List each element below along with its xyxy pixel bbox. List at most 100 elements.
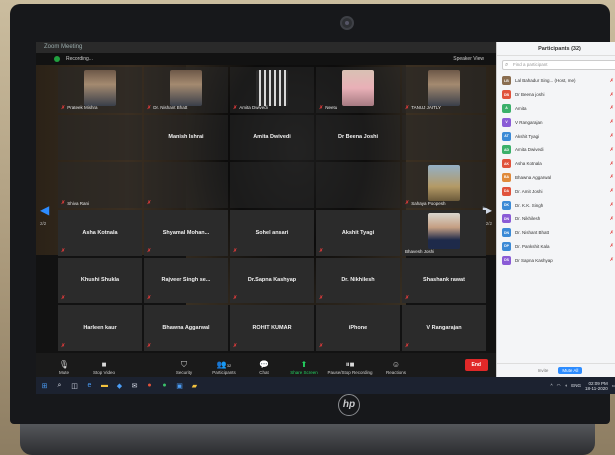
- participant-tile[interactable]: ✗ Prateek Mishra: [58, 67, 142, 113]
- avatar: DN: [502, 228, 511, 238]
- tray-arrow-icon[interactable]: ^: [551, 383, 553, 388]
- participant-search-input[interactable]: ⌕ Find a participant: [502, 60, 615, 70]
- mic-muted-icon: ✗: [61, 200, 66, 206]
- zoom-app-icon[interactable]: ▣: [175, 382, 184, 390]
- store-icon[interactable]: ◆: [115, 382, 124, 390]
- app-icon[interactable]: ●: [160, 382, 169, 389]
- participant-tile[interactable]: Dr.Sapna Kashyap ✗: [230, 257, 314, 304]
- wifi-icon[interactable]: ◠: [557, 383, 561, 389]
- share-screen-button[interactable]: ⬆ Share Screen: [284, 359, 324, 375]
- avatar: AD: [502, 145, 511, 155]
- participant-tile[interactable]: ✗ TANUJ JAITLY: [402, 67, 486, 113]
- participant-label: ✗: [233, 343, 237, 349]
- mic-muted-icon: ✗: [319, 295, 324, 302]
- volume-icon[interactable]: ◖: [565, 383, 568, 388]
- participant-tile[interactable]: Sohel ansari ✗: [230, 210, 314, 256]
- participant-tile[interactable]: Shashank rawat ✗: [402, 257, 486, 304]
- folder-icon[interactable]: ▰: [190, 382, 199, 390]
- participant-tile[interactable]: ✗: [144, 162, 228, 208]
- avatar: AK: [502, 159, 511, 169]
- mic-muted-icon: ✗: [405, 104, 410, 111]
- participant-list-item[interactable]: DN Dr. Nishant Bhatt ✗ ▫: [497, 226, 615, 240]
- clock-date: 18-11-2020: [585, 385, 608, 391]
- task-view-icon[interactable]: ◫: [70, 382, 79, 390]
- participant-tile[interactable]: Akshit Tyagi ✗: [316, 210, 400, 256]
- prev-page-arrow-icon[interactable]: ◀: [40, 203, 49, 217]
- participant-tile[interactable]: V Rangarajan ✗: [402, 305, 486, 351]
- participant-label-text: Sahaya Poopesh: [411, 200, 446, 206]
- participant-tile[interactable]: ROHIT KUMAR ✗: [230, 305, 314, 351]
- participant-tile[interactable]: Bhawna Aggarwal ✗: [144, 305, 228, 351]
- participant-list-item[interactable]: AD Amita Dwivedi ✗ ▫: [497, 143, 615, 157]
- participant-list-item[interactable]: AK Asha Kotnala ✗ ▫: [497, 157, 615, 171]
- chat-button[interactable]: 💬 Chat: [244, 359, 284, 375]
- participant-tile[interactable]: Harleen kaur ✗: [58, 305, 142, 351]
- participant-tile[interactable]: [58, 114, 142, 161]
- participant-name: Khushi Shukla: [80, 277, 120, 284]
- reactions-button[interactable]: ☺ Reactions: [376, 359, 416, 375]
- avatar: DK: [502, 200, 511, 210]
- participant-tile[interactable]: [402, 114, 486, 161]
- chat-icon: 💬: [259, 360, 269, 369]
- participant-tile[interactable]: ✗ Neetu: [316, 67, 400, 113]
- mic-muted-icon: ✗: [61, 343, 66, 349]
- participant-tile[interactable]: ✗ Dr. Nishant Bhatt: [144, 67, 228, 113]
- mic-muted-icon: ✗: [405, 200, 410, 206]
- participant-name: Dr.Sapna Kashyap: [247, 277, 297, 284]
- participant-tile[interactable]: iPhone ✗: [316, 305, 400, 351]
- participant-list-item[interactable]: DA Dr. Amit Joshi ✗ ▫: [497, 184, 615, 198]
- mic-muted-icon: ✗: [147, 343, 152, 349]
- mic-muted-icon: ✗: [61, 295, 66, 302]
- participant-tile[interactable]: Bhavesh Joshi: [402, 210, 486, 256]
- participant-tile[interactable]: [230, 162, 314, 208]
- participant-list-item[interactable]: DB Dr Beena joshi ✗ ▫: [497, 88, 615, 102]
- file-explorer-icon[interactable]: ▬: [100, 382, 109, 389]
- participant-list-item[interactable]: V V Rangarajan ✗ ▫: [497, 115, 615, 129]
- participant-list-name: Dr. Amit Joshi: [515, 188, 543, 194]
- participant-tile[interactable]: Shyamal Mohan... ✗: [144, 210, 228, 256]
- chrome-icon[interactable]: ●: [145, 382, 154, 389]
- taskbar-clock[interactable]: 02:09 PM 18-11-2020: [585, 381, 608, 391]
- mute-all-button[interactable]: Mute All: [558, 367, 583, 374]
- stop-video-button[interactable]: ■ Stop Video: [84, 359, 124, 375]
- participant-label-text: Shiva Rani: [67, 200, 89, 206]
- participant-tile[interactable]: Asha Kotnala ✗: [58, 210, 142, 256]
- record-button[interactable]: ⏸■ Pause/Stop Recording: [324, 359, 376, 375]
- participant-list-item[interactable]: DS Dr Sapna Kashyap ✗ ▫: [497, 253, 615, 267]
- participant-label: ✗: [405, 295, 409, 301]
- participant-tile[interactable]: Khushi Shukla ✗: [58, 257, 142, 304]
- invite-button[interactable]: Invite: [538, 368, 549, 373]
- participant-list-item[interactable]: A Amita ✗ ▫: [497, 102, 615, 116]
- participant-tile[interactable]: [316, 162, 400, 208]
- participant-tile[interactable]: Dr. Nikhilesh ✗: [316, 257, 400, 304]
- participant-name: iPhone: [348, 325, 368, 332]
- participant-tile[interactable]: Rajveer Singh se... ✗: [144, 257, 228, 304]
- participant-list-item[interactable]: DP Dr. Pankshit Kala ✗ ▫: [497, 240, 615, 254]
- windows-start-icon[interactable]: ⊞: [40, 382, 49, 390]
- participant-list-item[interactable]: LB Lal Bahadur Sing... (Host, me) ✗ ▫: [497, 74, 615, 88]
- participant-list-item[interactable]: BA Bhawna Aggarwal ✗ ▫: [497, 171, 615, 185]
- participant-tile[interactable]: ✗ Sahaya Poopesh: [402, 162, 486, 208]
- participant-tile[interactable]: Amita Dwivedi: [230, 114, 314, 161]
- participant-label-text: TANUJ JAITLY: [411, 105, 442, 111]
- participant-tile[interactable]: ✗ Amita Dwivedi: [230, 67, 314, 113]
- participants-button[interactable]: 👥32 Participants: [204, 359, 244, 375]
- language-indicator[interactable]: ENG: [571, 383, 581, 388]
- participant-tile[interactable]: Manish Ishrai: [144, 114, 228, 161]
- participant-tile[interactable]: Dr Beena Joshi: [316, 114, 400, 161]
- view-mode-button[interactable]: Speaker View: [453, 56, 484, 62]
- security-button[interactable]: ⛉ Security: [164, 359, 204, 375]
- participant-list-item[interactable]: DK Dr. K.K. Singh ✗ ▫: [497, 198, 615, 212]
- mail-icon[interactable]: ✉: [130, 382, 139, 390]
- end-meeting-button[interactable]: End: [464, 359, 488, 371]
- search-placeholder: Find a participant: [513, 62, 548, 67]
- edge-browser-icon[interactable]: e: [85, 382, 94, 389]
- participant-label: ✗ Dr. Nishant Bhatt: [147, 105, 187, 111]
- participants-count: 32: [226, 363, 232, 368]
- participant-tile[interactable]: ✗ Shiva Rani: [58, 162, 142, 208]
- participant-list-item[interactable]: DN Dr. Nikhilesh ✗ ▫: [497, 212, 615, 226]
- mute-button[interactable]: 🎙 Mute: [44, 359, 84, 375]
- search-icon[interactable]: ⌕: [55, 382, 64, 390]
- participant-list-item[interactable]: AT Akshit Tyagi ✗ ▫: [497, 129, 615, 143]
- participant-label-text: Bhavesh Joshi: [405, 248, 435, 254]
